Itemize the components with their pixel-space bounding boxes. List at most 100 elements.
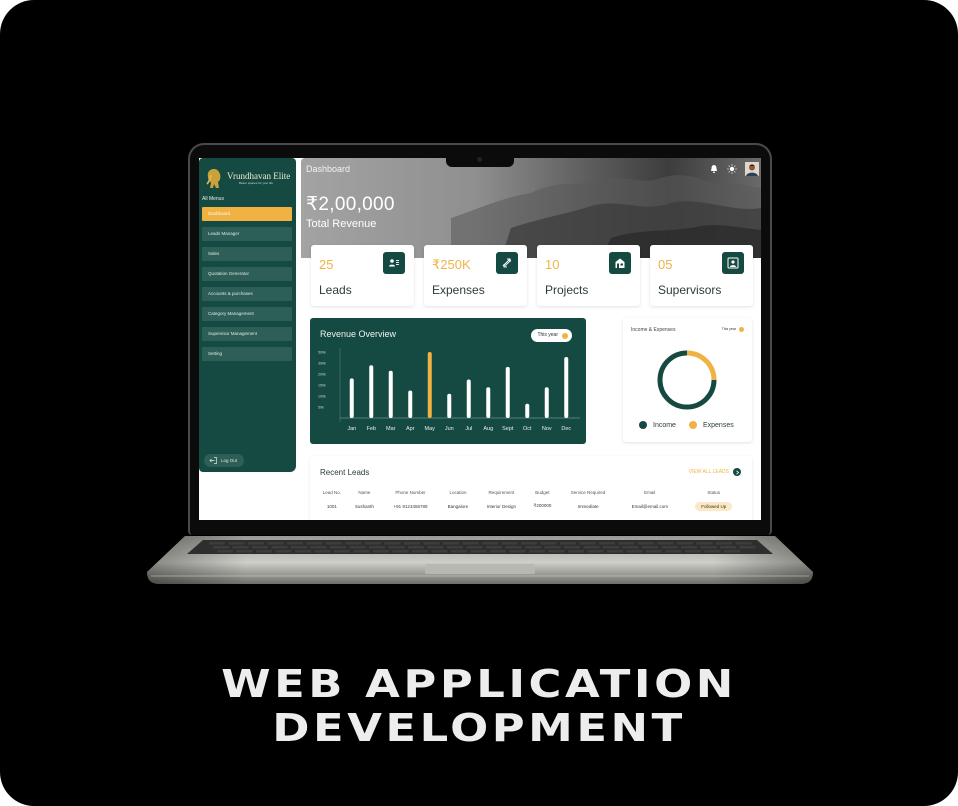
chevron-down-icon (739, 326, 744, 332)
bar-may[interactable] (427, 352, 432, 418)
bar-nov[interactable] (544, 387, 549, 418)
column-header[interactable]: Service Required (558, 486, 618, 498)
headline-line-1: WEB APPLICATION (221, 662, 737, 706)
keyboard-key (306, 542, 323, 545)
keyboard-key (228, 542, 245, 545)
sidebar-item-accounts-purchases[interactable]: Accounts & purchases (202, 287, 292, 301)
keyboard-key (544, 546, 561, 549)
x-tick-label: Aug (483, 426, 493, 432)
bar-mar[interactable] (388, 370, 393, 418)
view-all-leads-link[interactable]: VIEW ALL LEADS (689, 468, 741, 476)
y-tick-label: 200k (318, 373, 326, 377)
keyboard-key (657, 542, 674, 545)
stat-card-supervisors[interactable]: 05 Supervisors (650, 245, 753, 306)
column-header[interactable]: Location (440, 486, 476, 498)
bar-dec[interactable] (564, 356, 569, 418)
bar-jul[interactable] (466, 379, 471, 419)
logout-button[interactable]: Log Out (204, 454, 244, 467)
keyboard-key (314, 550, 331, 553)
x-tick-label: Apr (406, 426, 415, 432)
recent-leads-card: Recent Leads VIEW ALL LEADS Lead No. Nam… (310, 456, 752, 520)
column-header[interactable]: Phone Number (381, 486, 440, 498)
cell-location: Bangalore (447, 503, 469, 509)
column-header[interactable]: Budget (527, 486, 558, 498)
revenue-range-dropdown[interactable]: This year (531, 329, 572, 342)
exchange-arrows-icon (502, 258, 512, 268)
keyboard-key (739, 546, 756, 549)
keyboard-key (642, 546, 658, 549)
building-icon (615, 258, 625, 268)
status-badge[interactable]: Followed Up (695, 501, 733, 511)
column-header[interactable]: Name (348, 486, 381, 498)
keyboard-key (287, 542, 303, 545)
keyboard-key (256, 550, 272, 553)
y-tick-label: 500k (318, 351, 326, 355)
donut-slice-expenses[interactable] (686, 350, 717, 381)
bar-aug[interactable] (486, 387, 491, 418)
keyboard-key (560, 542, 576, 545)
bell-icon[interactable] (709, 164, 719, 174)
user-avatar[interactable] (745, 162, 759, 176)
bar-jun[interactable] (447, 393, 452, 418)
cell-email[interactable]: Email@email.com (618, 498, 681, 514)
column-header[interactable]: Lead No. (316, 486, 348, 498)
sidebar-item-quotation-generator[interactable]: Quotation Generator (202, 267, 292, 281)
keyboard-key (579, 542, 596, 545)
column-header[interactable]: Status (681, 486, 746, 498)
keyboard-key (529, 550, 545, 553)
keyboard-key (501, 542, 518, 545)
keyboard-key (291, 546, 307, 549)
keyboard-key (447, 546, 463, 549)
stat-card-expenses[interactable]: ₹250K Expenses (424, 245, 527, 306)
table-row[interactable]: 1001 Sushanth +91 9123456789 Bangalore I… (316, 498, 746, 514)
bar-sept[interactable] (505, 366, 510, 418)
cell-name: Sushanth (354, 503, 374, 509)
stat-icon-container (496, 252, 518, 274)
y-tick-label: 300k (318, 362, 326, 366)
x-tick-label: Feb (367, 426, 376, 432)
column-header[interactable]: Requirement (476, 486, 527, 498)
sidebar-item-leads-manager[interactable]: Leads Manager (202, 227, 292, 241)
keyboard-key (431, 550, 448, 553)
sidebar-item-dashboard[interactable]: Dashboard (202, 207, 292, 221)
stat-card-projects[interactable]: 10 Projects (537, 245, 640, 306)
cell-requirement: Interior Design (486, 503, 516, 509)
keyboard-key (568, 550, 584, 553)
keyboard-key (295, 550, 311, 553)
stat-card-leads[interactable]: 25 Leads (311, 245, 414, 306)
sun-icon[interactable] (727, 164, 737, 174)
stat-icon-container (383, 252, 405, 274)
total-revenue-value: ₹2,00,000 (306, 194, 395, 215)
bar-feb[interactable] (369, 365, 374, 418)
sidebar-item-supervisor-management[interactable]: Supervisor Management (202, 327, 292, 341)
dashboard-hero: Dashboard ₹2,00,000 Total Revenue (301, 158, 761, 258)
keyboard-key (564, 546, 580, 549)
keyboard-key (638, 542, 654, 545)
keyboard-key (404, 542, 420, 545)
trackpad[interactable] (425, 564, 535, 574)
column-header[interactable]: Email (618, 486, 681, 498)
x-tick-label: Oct (523, 426, 532, 432)
keyboard-key (248, 542, 264, 545)
keyboard-key (486, 546, 502, 549)
keyboard-key (349, 546, 366, 549)
keyboard-key (696, 542, 713, 545)
header-actions (709, 162, 759, 176)
keyboard-key (540, 542, 557, 545)
laptop-base (147, 536, 813, 584)
sidebar-item-setting[interactable]: Setting (202, 347, 292, 361)
sidebar-item-category-management[interactable]: Category Management (202, 307, 292, 321)
bar-jan[interactable] (349, 378, 354, 418)
income-expenses-card: Income & Expenses This year Income Expen… (623, 318, 752, 442)
keyboard-key (232, 546, 249, 549)
brand-logo[interactable]: Vrundhavan Elite Better spaces for your … (205, 164, 293, 192)
bar-apr[interactable] (408, 390, 413, 419)
keyboard-key (412, 550, 428, 553)
keyboard-key (310, 546, 327, 549)
x-tick-label: Jul (465, 426, 472, 432)
sidebar-item-sales[interactable]: Sales (202, 247, 292, 261)
x-tick-label: May (425, 426, 436, 432)
bar-oct[interactable] (525, 403, 530, 418)
income-range-dropdown[interactable]: This year (722, 325, 744, 333)
stat-label: Projects (545, 283, 589, 297)
